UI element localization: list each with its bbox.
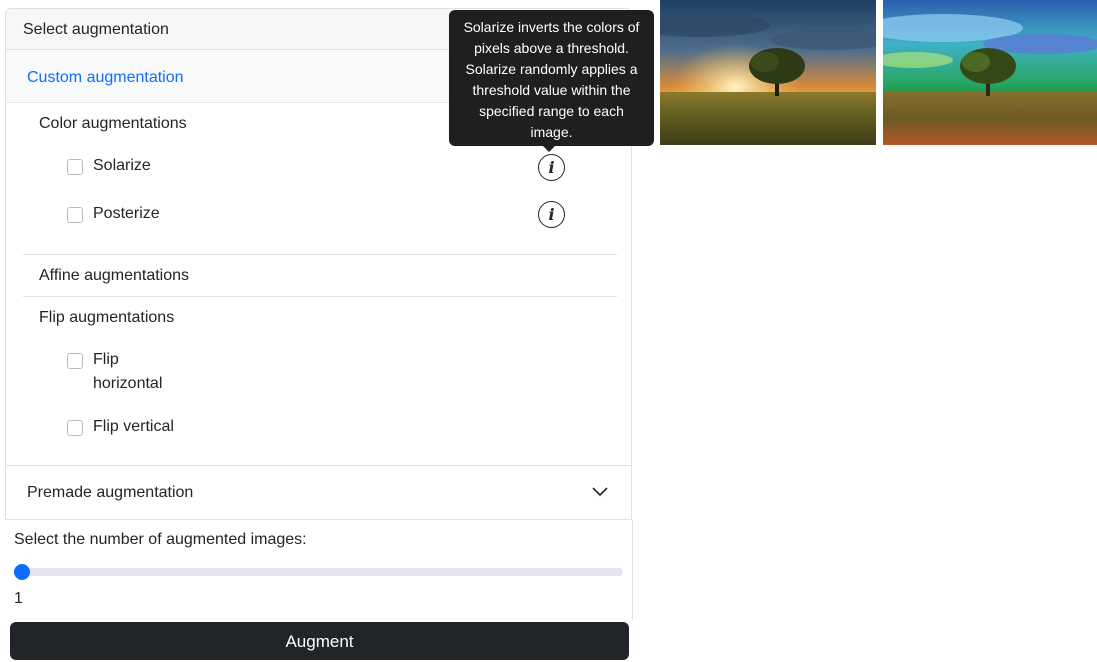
posterize-label: Posterize [93,205,160,222]
affine-augmentations-title[interactable]: Affine augmentations [39,267,189,285]
color-augmentations-title: Color augmentations [39,115,187,132]
solarize-label: Solarize [93,157,151,174]
premade-augmentation-header[interactable]: Premade augmentation [6,465,631,520]
flip-vertical-option[interactable]: Flip vertical [67,418,174,439]
flip-horizontal-checkbox[interactable] [67,353,83,369]
solarize-checkbox[interactable] [67,159,83,175]
flip-augmentations-title: Flip augmentations [39,309,175,326]
posterize-option[interactable]: Posterize [67,205,160,226]
slider-thumb[interactable] [14,564,30,580]
solarize-tooltip: Solarize inverts the colors of pixels ab… [449,10,654,146]
panel-edge [632,520,633,620]
flip-vertical-checkbox[interactable] [67,420,83,436]
custom-augmentation-body: Color augmentations Solarize i Posterize… [6,103,631,464]
posterize-info-icon[interactable]: i [538,201,565,228]
original-image [660,0,876,145]
divider [23,296,617,297]
tooltip-arrow [543,146,555,152]
chevron-down-icon [592,487,608,497]
flip-horizontal-option[interactable]: Flip horizontal [67,351,173,396]
solarize-info-icon[interactable]: i [538,154,565,181]
premade-augmentation-title: Premade augmentation [27,484,194,501]
solarize-option[interactable]: Solarize [67,157,151,178]
app-root: Select augmentation Custom augmentation … [0,0,1097,662]
augmented-count-slider[interactable] [14,564,623,580]
augment-button[interactable]: Augment [10,622,629,660]
slider-value: 1 [14,590,23,607]
posterize-checkbox[interactable] [67,207,83,223]
divider [23,254,617,255]
slider-label: Select the number of augmented images: [14,531,307,548]
flip-horizontal-label: Flip horizontal [93,351,163,392]
augmented-image [883,0,1097,145]
flip-vertical-label: Flip vertical [93,418,174,435]
